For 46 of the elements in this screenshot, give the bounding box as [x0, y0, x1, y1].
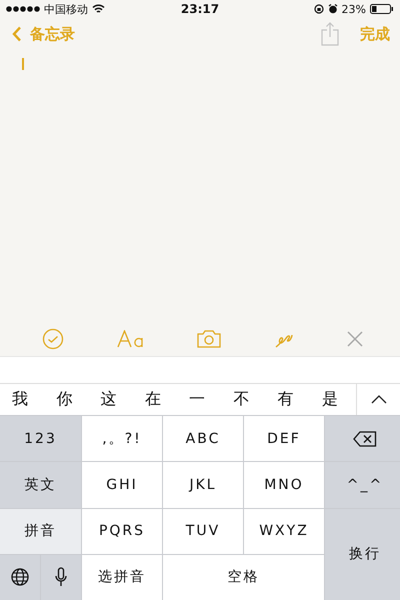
- backspace-icon: [353, 430, 377, 447]
- globe-key[interactable]: [0, 554, 40, 600]
- keyboard-key[interactable]: 空格: [163, 554, 324, 600]
- keyboard-key[interactable]: 英文: [0, 462, 81, 508]
- candidate-word[interactable]: 在: [144, 389, 161, 410]
- text-cursor: [22, 58, 24, 70]
- carrier-name: 中国移动: [44, 2, 88, 16]
- globe-icon: [11, 568, 29, 586]
- checklist-icon[interactable]: [42, 328, 64, 350]
- candidate-word[interactable]: 一: [189, 389, 206, 410]
- text-format-icon[interactable]: [116, 330, 144, 348]
- candidate-word[interactable]: 是: [322, 389, 338, 410]
- keyboard-key[interactable]: MNO: [244, 462, 324, 508]
- camera-icon[interactable]: [197, 330, 221, 348]
- keyboard-key[interactable]: GHI: [82, 462, 162, 508]
- keyboard-key[interactable]: PQRS: [82, 508, 162, 554]
- keyboard-key[interactable]: ^_^: [325, 462, 400, 508]
- keyboard-key[interactable]: 123: [0, 416, 81, 462]
- clock-time: 23:17: [180, 2, 220, 16]
- keyboard-key[interactable]: DEF: [244, 416, 324, 462]
- alarm-icon: [328, 4, 338, 14]
- keyboard-key[interactable]: ,。?!: [82, 416, 162, 462]
- keyboard-key[interactable]: 换行: [325, 508, 400, 600]
- rotation-lock-icon: [314, 4, 324, 14]
- microphone-key[interactable]: [41, 554, 81, 600]
- signal-icon: [6, 6, 40, 12]
- microphone-icon: [55, 567, 67, 588]
- keyboard-key[interactable]: 拼音: [0, 508, 81, 554]
- battery-icon: [370, 4, 394, 14]
- candidate-word[interactable]: 不: [233, 389, 250, 410]
- backspace-key[interactable]: [325, 416, 400, 462]
- keyboard-key[interactable]: TUV: [163, 508, 243, 554]
- keyboard-key[interactable]: ABC: [163, 416, 243, 462]
- chevron-up-icon[interactable]: [370, 395, 386, 404]
- keyboard-key[interactable]: WXYZ: [244, 508, 324, 554]
- candidate-word[interactable]: 有: [278, 389, 294, 410]
- share-icon[interactable]: [320, 22, 340, 46]
- keyboard-key[interactable]: JKL: [163, 462, 243, 508]
- wifi-icon: [92, 4, 105, 14]
- keyboard-key[interactable]: 选拼音: [82, 554, 162, 600]
- chevron-left-icon: [12, 26, 22, 42]
- candidate-word[interactable]: 这: [100, 389, 117, 410]
- candidate-word[interactable]: 你: [56, 389, 72, 410]
- candidate-word[interactable]: 我: [12, 389, 28, 410]
- battery-percent: 23%: [342, 2, 366, 16]
- close-icon[interactable]: [346, 330, 364, 348]
